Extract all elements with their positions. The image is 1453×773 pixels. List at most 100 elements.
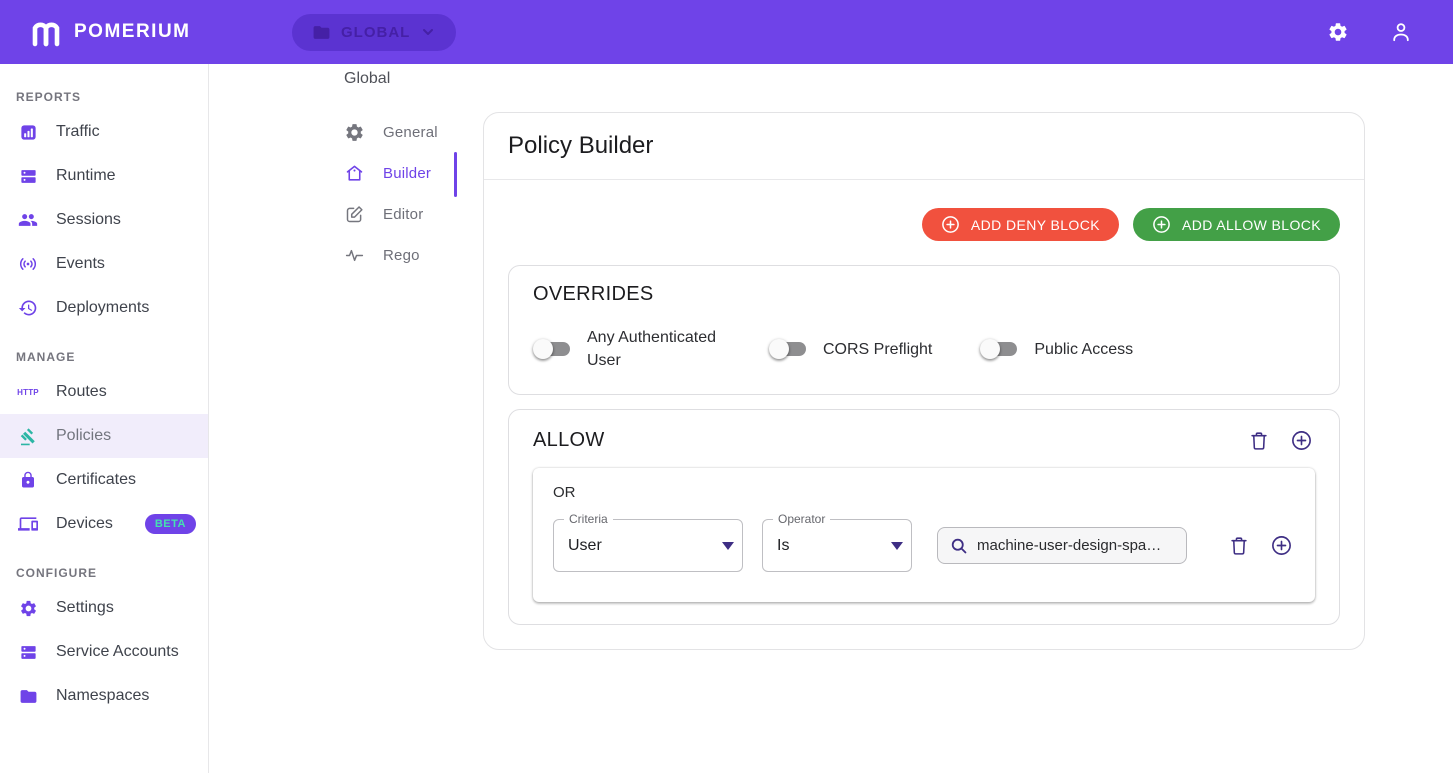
beta-badge: BETA	[145, 514, 196, 534]
sidebar-item-label: Traffic	[56, 123, 100, 141]
sidebar-item-label: Settings	[56, 599, 114, 617]
override-cors-preflight: CORS Preflight	[769, 338, 932, 361]
sidebar-item-traffic[interactable]: Traffic	[0, 110, 208, 154]
tab-label: Editor	[383, 206, 423, 223]
sidebar-section-configure: CONFIGURE	[0, 546, 208, 586]
policy-builder-card: Policy Builder ADD DENY BLOCK ADD ALLO	[483, 112, 1365, 650]
sidebar: REPORTS Traffic Runtime Sessions Events …	[0, 64, 209, 773]
server-icon	[16, 167, 40, 186]
criteria-select-value: User	[568, 537, 602, 555]
active-tab-indicator	[454, 152, 457, 197]
history-icon	[16, 298, 40, 318]
tab-rego[interactable]: Rego	[344, 235, 457, 276]
tab-editor[interactable]: Editor	[344, 194, 457, 235]
edit-icon	[344, 204, 365, 225]
criteria-select-label: Criteria	[564, 512, 613, 526]
sidebar-item-label: Devices	[56, 515, 113, 533]
sidebar-item-runtime[interactable]: Runtime	[0, 154, 208, 198]
toggle-label: CORS Preflight	[823, 338, 932, 361]
chevron-down-icon	[722, 542, 734, 550]
plus-circle-icon	[1152, 215, 1171, 234]
criteria-select[interactable]: Criteria User	[553, 519, 743, 572]
sidebar-item-label: Routes	[56, 383, 107, 401]
button-label: ADD ALLOW BLOCK	[1182, 217, 1321, 233]
any-authenticated-user-toggle[interactable]	[533, 338, 573, 360]
namespace-label: GLOBAL	[341, 24, 410, 41]
folder-icon	[312, 23, 331, 42]
sidebar-item-label: Runtime	[56, 167, 116, 185]
operator-select[interactable]: Operator Is	[762, 519, 912, 572]
sidebar-item-routes[interactable]: HTTP Routes	[0, 370, 208, 414]
tab-builder[interactable]: Builder	[344, 153, 457, 194]
broadcast-icon	[16, 254, 40, 274]
waveform-icon	[344, 245, 365, 266]
sidebar-item-devices[interactable]: Devices BETA	[0, 502, 208, 546]
http-icon: HTTP	[16, 388, 40, 397]
allow-block: ALLOW	[508, 409, 1340, 625]
sidebar-section-reports: REPORTS	[0, 70, 208, 110]
toggle-label: Any Authenticated User	[587, 326, 721, 372]
pomerium-logo[interactable]: POMERIUM	[0, 16, 292, 48]
brand-name: POMERIUM	[74, 21, 191, 43]
button-label: ADD DENY BLOCK	[971, 217, 1100, 233]
page-subtitle: Global	[344, 70, 1453, 88]
chevron-down-icon	[891, 542, 903, 550]
namespace-selector[interactable]: GLOBAL	[292, 14, 456, 51]
sidebar-item-service-accounts[interactable]: Service Accounts	[0, 630, 208, 674]
sidebar-item-policies[interactable]: Policies	[0, 414, 208, 458]
or-criteria-group: OR Criteria User Operator Is	[533, 468, 1315, 602]
server-icon	[16, 643, 40, 662]
header-account-button[interactable]	[1389, 20, 1413, 44]
sidebar-item-label: Namespaces	[56, 687, 149, 705]
tab-general[interactable]: General	[344, 112, 457, 153]
gear-icon	[16, 599, 40, 618]
sidebar-item-namespaces[interactable]: Namespaces	[0, 674, 208, 718]
plus-circle-icon	[1270, 534, 1293, 557]
sidebar-item-deployments[interactable]: Deployments	[0, 286, 208, 330]
gear-icon	[344, 122, 365, 143]
toggle-label: Public Access	[1034, 338, 1133, 361]
home-icon	[344, 163, 365, 184]
tab-label: General	[383, 124, 438, 141]
add-criteria-group-button[interactable]	[1288, 427, 1315, 454]
person-icon	[1389, 20, 1413, 44]
operator-select-value: Is	[777, 537, 789, 555]
pomerium-bridge-icon	[28, 16, 64, 48]
add-deny-block-button[interactable]: ADD DENY BLOCK	[922, 208, 1119, 241]
switch-thumb	[769, 339, 789, 359]
card-header: Policy Builder	[484, 113, 1364, 180]
override-public-access: Public Access	[980, 338, 1133, 361]
sidebar-item-settings[interactable]: Settings	[0, 586, 208, 630]
add-criteria-row-button[interactable]	[1268, 532, 1295, 559]
gavel-icon	[16, 427, 40, 446]
gear-icon	[1327, 21, 1349, 43]
sidebar-item-label: Deployments	[56, 299, 149, 317]
plus-circle-icon	[941, 215, 960, 234]
sidebar-item-sessions[interactable]: Sessions	[0, 198, 208, 242]
criteria-value-text: machine-user-design-spa…	[977, 537, 1174, 554]
sidebar-item-certificates[interactable]: Certificates	[0, 458, 208, 502]
sidebar-section-manage: MANAGE	[0, 330, 208, 370]
sidebar-item-events[interactable]: Events	[0, 242, 208, 286]
public-access-toggle[interactable]	[980, 338, 1020, 360]
operator-select-label: Operator	[773, 512, 830, 526]
delete-criteria-row-button[interactable]	[1226, 533, 1252, 559]
sidebar-item-label: Sessions	[56, 211, 121, 229]
main-content: Create Policy Global General Builder E	[209, 0, 1453, 650]
chevron-down-icon	[420, 24, 436, 40]
trash-icon	[1248, 430, 1270, 452]
search-icon	[950, 537, 968, 555]
add-allow-block-button[interactable]: ADD ALLOW BLOCK	[1133, 208, 1340, 241]
criteria-value-input[interactable]: machine-user-design-spa…	[937, 527, 1187, 564]
delete-allow-block-button[interactable]	[1246, 428, 1272, 454]
tab-label: Builder	[383, 165, 431, 182]
overrides-title: OVERRIDES	[533, 283, 1315, 306]
app-header: POMERIUM GLOBAL	[0, 0, 1453, 64]
sidebar-item-label: Service Accounts	[56, 643, 179, 661]
sidebar-item-label: Certificates	[56, 471, 136, 489]
header-settings-button[interactable]	[1327, 21, 1349, 43]
policy-tabs: General Builder Editor Rego	[344, 112, 457, 650]
switch-thumb	[533, 339, 553, 359]
cors-preflight-toggle[interactable]	[769, 338, 809, 360]
switch-thumb	[980, 339, 1000, 359]
